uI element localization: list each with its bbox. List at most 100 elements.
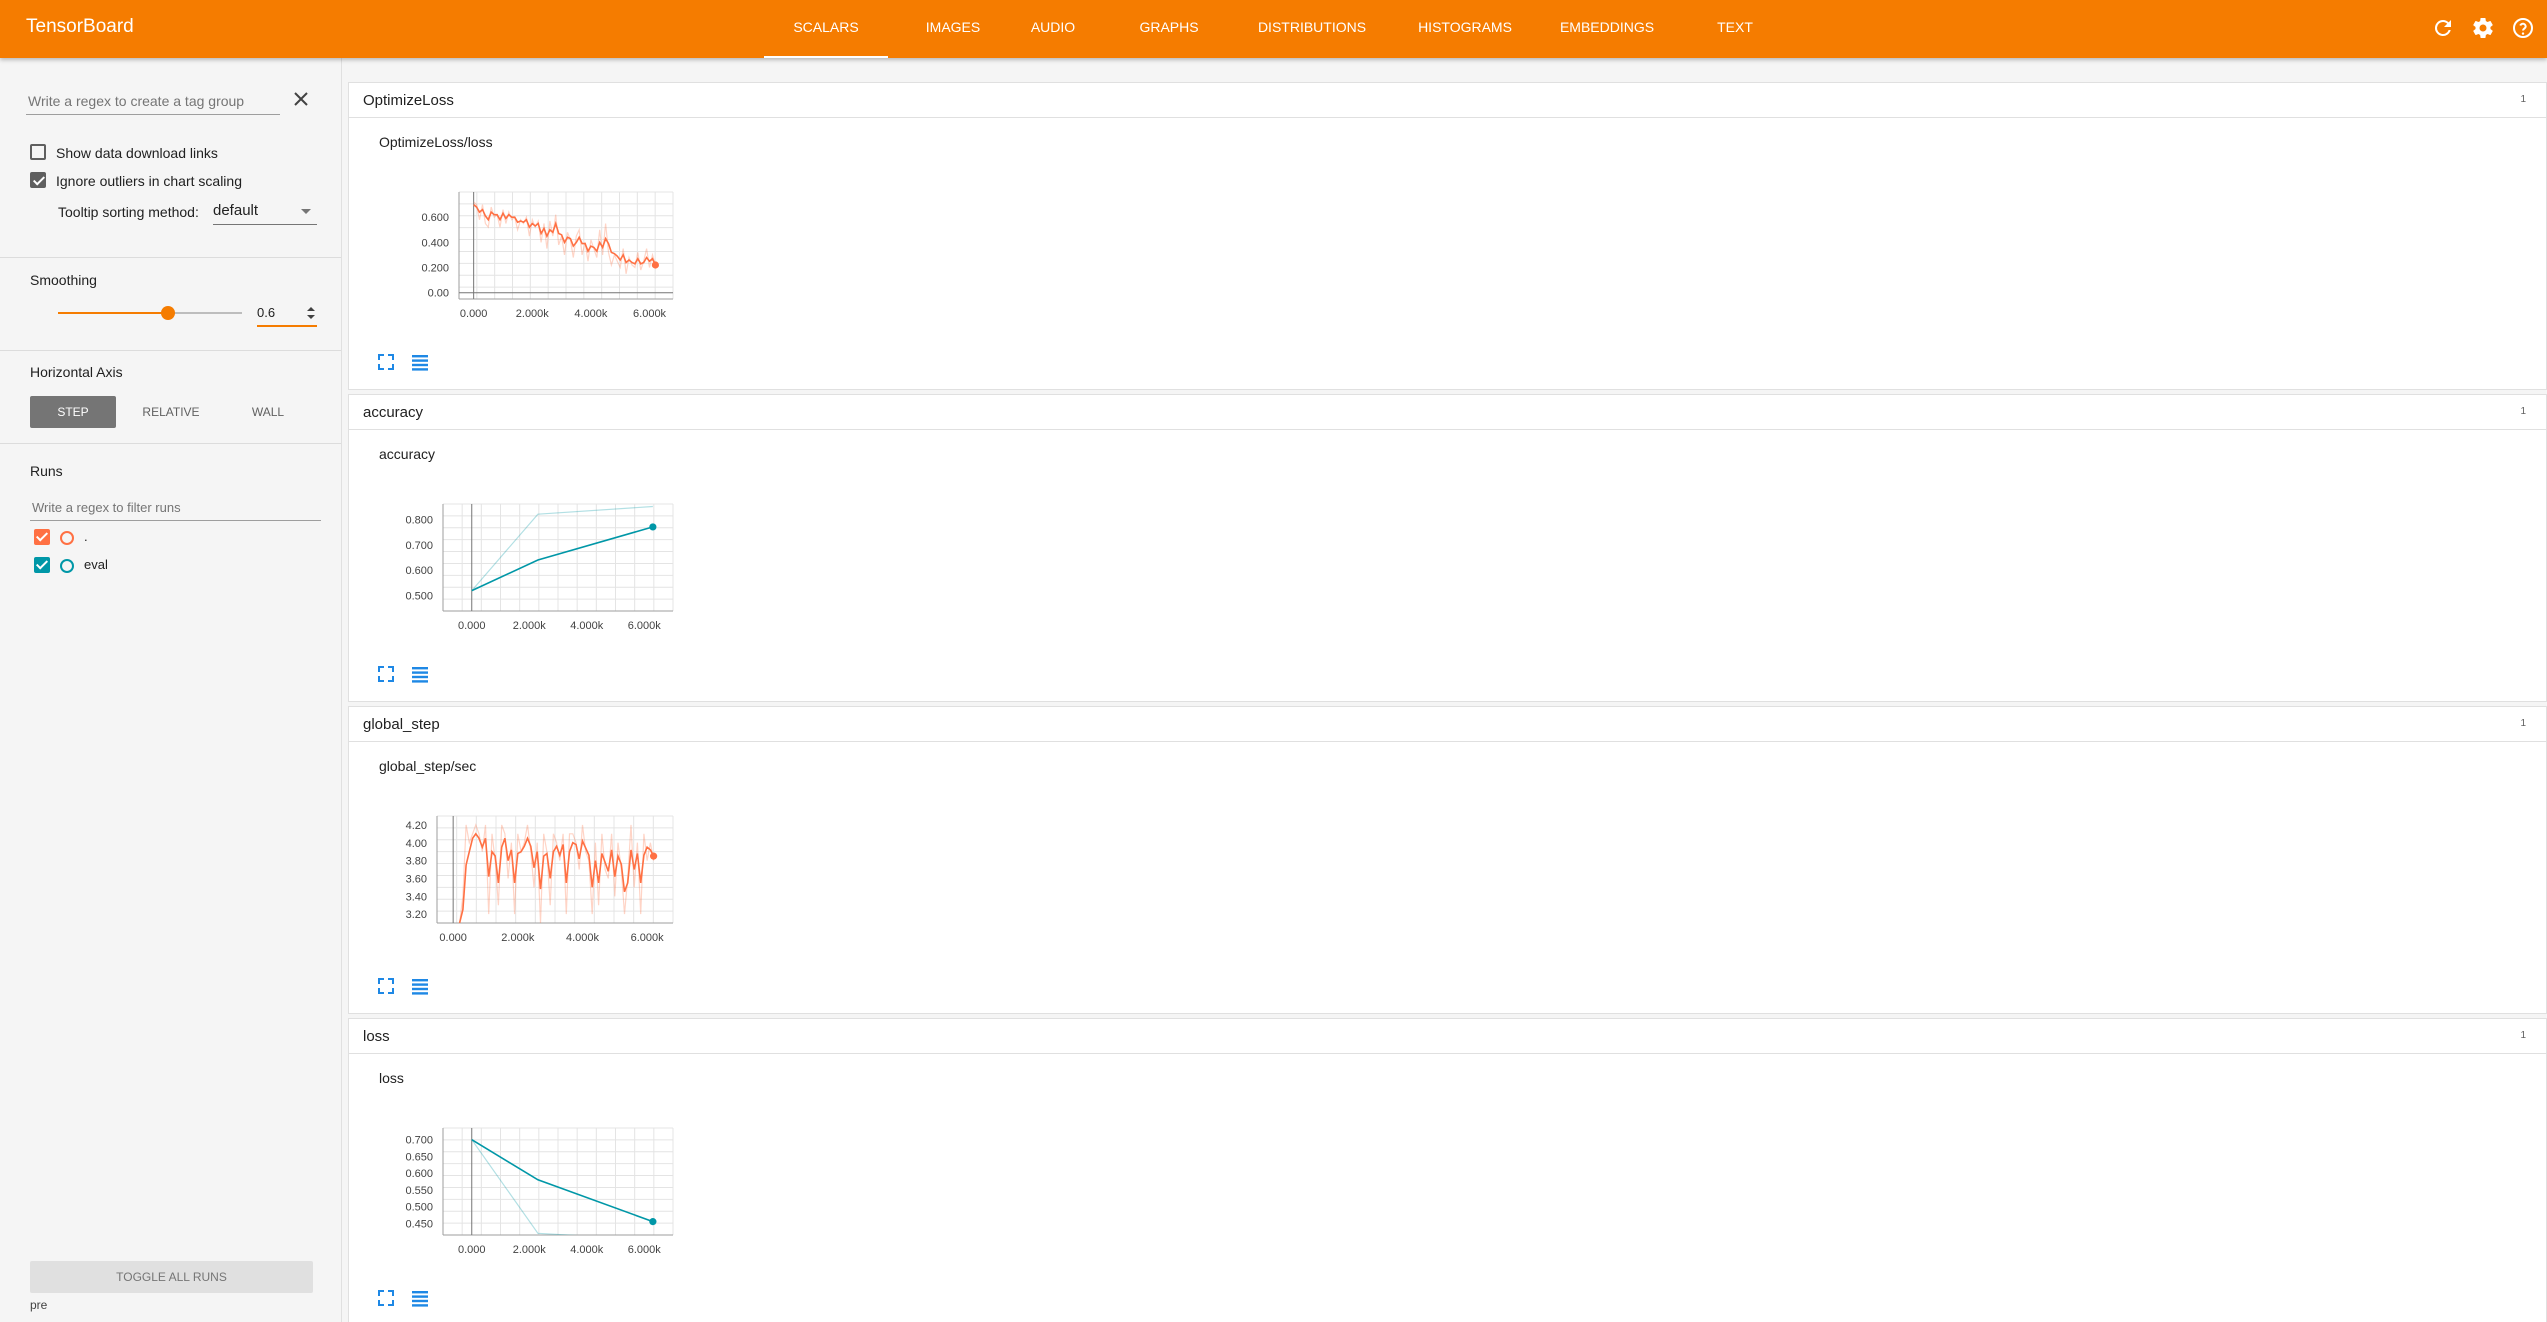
series-endpoint-marker (649, 1218, 657, 1226)
app-title: TensorBoard (26, 16, 134, 37)
y-tick-label: 0.600 (405, 565, 433, 577)
y-tick-label: 3.40 (406, 891, 427, 903)
tab-images[interactable]: IMAGES (908, 0, 998, 58)
toggle-y-log-scale-icon[interactable] (409, 351, 431, 373)
show-download-links-checkbox[interactable] (30, 144, 46, 160)
tag-group-header[interactable]: global_step 1 (348, 706, 2547, 742)
x-tick-label: 0.000 (458, 620, 486, 632)
tab-text[interactable]: TEXT (1693, 0, 1777, 58)
y-tick-label: 0.200 (421, 263, 449, 275)
x-tick-label: 2.000k (513, 620, 547, 632)
scalar-card: global_step/sec 3.20 3.40 3.60 3.80 4.00 4.20 0… (348, 742, 2547, 1014)
divider (0, 257, 341, 258)
scalars-panel: OptimizeLoss 1 OptimizeLoss/loss 0.00 0.200 0… (342, 58, 2547, 1322)
tag-group-title: loss (363, 1028, 390, 1045)
sidebar: Show data download links Ignore outliers… (0, 58, 342, 1322)
tooltip-sorting-label: Tooltip sorting method: (58, 204, 199, 220)
close-icon[interactable] (290, 88, 312, 110)
fullscreen-icon[interactable] (375, 975, 397, 997)
smoothing-slider[interactable] (58, 306, 242, 320)
scalar-chart[interactable]: 0.450 0.500 0.550 0.600 0.650 0.700 0.000 2.000… (349, 1082, 709, 1282)
y-tick-label: 0.600 (421, 212, 449, 224)
tab-histograms[interactable]: HISTOGRAMS (1404, 0, 1526, 58)
scalar-chart[interactable]: 0.00 0.200 0.400 0.600 0.000 2.000k 4.000k 6.00… (349, 146, 709, 346)
x-tick-label: 2.000k (513, 1244, 547, 1256)
tab-graphs[interactable]: GRAPHS (1119, 0, 1219, 58)
run-filter-input[interactable] (30, 494, 321, 521)
divider (0, 443, 341, 444)
tag-group-count: 1 (2520, 718, 2526, 729)
run-name: . (84, 529, 88, 544)
tooltip-sorting-select[interactable]: default (213, 198, 317, 225)
tab-distributions[interactable]: DISTRIBUTIONS (1242, 0, 1382, 58)
fullscreen-icon[interactable] (375, 663, 397, 685)
scalar-chart[interactable]: 0.500 0.600 0.700 0.800 0.000 2.000k 4.000k 6.0… (349, 458, 709, 658)
run-color-circle-icon (60, 531, 74, 545)
scalar-card: loss 0.450 0.500 0.550 0.600 0.650 0.700 0.000 2… (348, 1054, 2547, 1322)
y-tick-label: 0.700 (405, 540, 433, 552)
toggle-y-log-scale-icon[interactable] (409, 975, 431, 997)
run-checkbox[interactable] (34, 557, 50, 573)
tab-embeddings[interactable]: EMBEDDINGS (1548, 0, 1666, 58)
x-tick-label: 2.000k (501, 932, 535, 944)
y-tick-label: 3.60 (406, 873, 427, 885)
tag-group-header[interactable]: loss 1 (348, 1018, 2547, 1054)
tag-group-count: 1 (2520, 406, 2526, 417)
y-tick-label: 0.500 (405, 1202, 433, 1214)
x-tick-label: 0.000 (458, 1244, 486, 1256)
axis-option-step[interactable]: STEP (30, 396, 116, 428)
smoothing-value-input[interactable]: 0.6 (257, 301, 317, 327)
footer-label: pre (30, 1298, 48, 1312)
scalar-chart[interactable]: 3.20 3.40 3.60 3.80 4.00 4.20 0.000 2.000k 4.000… (349, 770, 709, 970)
x-tick-label: 2.000k (516, 308, 550, 320)
run-color-circle-icon (60, 559, 74, 573)
y-tick-label: 4.00 (406, 838, 427, 850)
x-tick-label: 0.000 (439, 932, 467, 944)
x-tick-label: 0.000 (460, 308, 488, 320)
fullscreen-icon[interactable] (375, 1287, 397, 1309)
ignore-outliers-checkbox[interactable] (30, 172, 46, 188)
tag-group-title: accuracy (363, 404, 424, 421)
divider (0, 350, 341, 351)
x-tick-label: 6.000k (628, 1244, 662, 1256)
tab-audio[interactable]: AUDIO (1013, 0, 1093, 58)
tag-group-header[interactable]: OptimizeLoss 1 (348, 82, 2547, 118)
toggle-y-log-scale-icon[interactable] (409, 663, 431, 685)
tab-scalars[interactable]: SCALARS (764, 0, 888, 58)
smoothing-slider-knob[interactable] (161, 306, 176, 320)
x-tick-label: 6.000k (628, 620, 662, 632)
fullscreen-icon[interactable] (375, 351, 397, 373)
y-tick-label: 0.400 (421, 237, 449, 249)
x-tick-label: 4.000k (570, 620, 604, 632)
y-tick-label: 4.20 (406, 820, 427, 832)
y-tick-label: 0.800 (405, 514, 433, 526)
scalar-card: accuracy 0.500 0.600 0.700 0.800 0.000 2.000k 4… (348, 430, 2547, 702)
x-tick-label: 4.000k (574, 308, 608, 320)
refresh-icon[interactable] (2431, 16, 2455, 40)
tag-group-header[interactable]: accuracy 1 (348, 394, 2547, 430)
settings-icon[interactable] (2471, 16, 2495, 40)
tag-group-title: global_step (363, 716, 440, 733)
tag-regex-input[interactable] (26, 88, 280, 115)
y-tick-label: 0.00 (428, 288, 449, 300)
scalar-card: OptimizeLoss/loss 0.00 0.200 0.400 0.600 0.00… (348, 118, 2547, 390)
run-checkbox[interactable] (34, 529, 50, 545)
toggle-y-log-scale-icon[interactable] (409, 1287, 431, 1309)
x-tick-label: 6.000k (631, 932, 665, 944)
tag-group-count: 1 (2520, 1030, 2526, 1041)
spin-down-icon[interactable] (307, 315, 315, 319)
x-tick-label: 6.000k (633, 308, 667, 320)
series-endpoint-marker (650, 852, 658, 860)
y-tick-label: 0.650 (405, 1151, 433, 1163)
x-tick-label: 4.000k (566, 932, 600, 944)
smoothing-title: Smoothing (30, 272, 97, 288)
help-icon[interactable] (2511, 16, 2535, 40)
y-tick-label: 3.80 (406, 856, 427, 868)
axis-option-relative[interactable]: RELATIVE (120, 396, 222, 428)
spin-up-icon[interactable] (307, 307, 315, 311)
series-endpoint-marker (649, 523, 657, 531)
smoothing-value: 0.6 (257, 305, 276, 320)
axis-option-wall[interactable]: WALL (228, 396, 308, 428)
smoothed-series-line (473, 203, 657, 266)
toggle-all-runs-button[interactable]: TOGGLE ALL RUNS (30, 1261, 313, 1293)
